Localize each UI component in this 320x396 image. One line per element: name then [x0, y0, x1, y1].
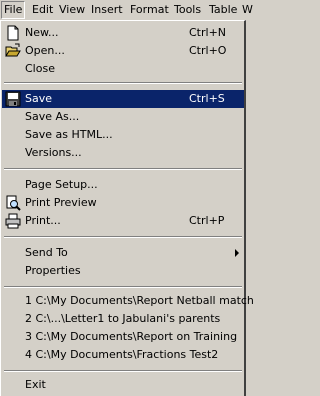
file-menu-dropdown: New... Ctrl+N Open... Ctrl+O Close Save … [0, 20, 254, 396]
save-label: Save [25, 92, 53, 105]
submenu-arrow-icon [235, 249, 239, 257]
exit-label: Exit [25, 378, 46, 391]
versions-label: Versions... [25, 146, 82, 159]
save-shortcut: Ctrl+S [189, 92, 225, 105]
menu-item-versions[interactable]: Versions... [2, 144, 244, 162]
print-label: Print... [25, 214, 61, 227]
print-preview-label: Print Preview [25, 196, 97, 209]
print-preview-icon [6, 195, 21, 211]
page-setup-label: Page Setup... [25, 178, 98, 191]
menu-item-close[interactable]: Close [2, 60, 244, 78]
menu-format[interactable]: Format [127, 2, 172, 18]
menu-file[interactable]: File [1, 1, 26, 19]
menu-insert[interactable]: Insert [88, 2, 126, 18]
recent-file-item[interactable]: 1 C:\My Documents\Report Netball match [2, 292, 254, 310]
save-as-html-label: Save as HTML... [25, 128, 113, 141]
menu-separator [4, 370, 242, 372]
menu-item-page-setup[interactable]: Page Setup... [2, 176, 244, 194]
properties-label: Properties [25, 264, 81, 277]
menu-item-send-to[interactable]: Send To [2, 244, 244, 262]
save-as-label: Save As... [25, 110, 80, 123]
recent-file-item[interactable]: 2 C:\...\Letter1 to Jabulani's parents [2, 310, 244, 328]
menu-item-print-preview[interactable]: Print Preview [2, 194, 244, 212]
print-shortcut: Ctrl+P [189, 214, 225, 227]
menu-separator [4, 286, 242, 288]
recent-file-label: 1 C:\My Documents\Report Netball match [25, 294, 254, 307]
menu-item-save-as[interactable]: Save As... [2, 108, 244, 126]
menu-separator [4, 82, 242, 84]
recent-file-label: 3 C:\My Documents\Report on Training [25, 330, 238, 343]
open-folder-icon [5, 43, 21, 57]
new-document-icon [7, 25, 19, 41]
recent-file-item[interactable]: 3 C:\My Documents\Report on Training [2, 328, 244, 346]
send-to-label: Send To [25, 246, 68, 259]
menu-separator [4, 168, 242, 170]
menu-item-new[interactable]: New... Ctrl+N [2, 24, 244, 42]
menu-item-print[interactable]: Print... Ctrl+P [2, 212, 244, 230]
new-label: New... [25, 26, 59, 39]
menu-tools[interactable]: Tools [171, 2, 204, 18]
menu-table[interactable]: Table [206, 2, 240, 18]
menu-item-properties[interactable]: Properties [2, 262, 244, 280]
menu-view[interactable]: View [56, 2, 88, 18]
menu-edit[interactable]: Edit [29, 2, 56, 18]
menu-item-save[interactable]: Save Ctrl+S [2, 90, 244, 108]
close-label: Close [25, 62, 55, 75]
open-shortcut: Ctrl+O [189, 44, 227, 57]
menu-separator [4, 236, 242, 238]
menu-bar: File Edit View Insert Format Tools Table… [0, 0, 253, 20]
printer-icon [5, 213, 21, 229]
save-disk-icon [5, 91, 21, 107]
open-label: Open... [25, 44, 65, 57]
recent-file-label: 4 C:\My Documents\Fractions Test2 [25, 348, 219, 361]
recent-file-label: 2 C:\...\Letter1 to Jabulani's parents [25, 312, 221, 325]
recent-file-item[interactable]: 4 C:\My Documents\Fractions Test2 [2, 346, 244, 364]
menu-window[interactable]: W [239, 2, 256, 18]
new-shortcut: Ctrl+N [189, 26, 227, 39]
menu-item-open[interactable]: Open... Ctrl+O [2, 42, 244, 60]
menu-item-exit[interactable]: Exit [2, 376, 244, 394]
menu-item-save-as-html[interactable]: Save as HTML... [2, 126, 244, 144]
